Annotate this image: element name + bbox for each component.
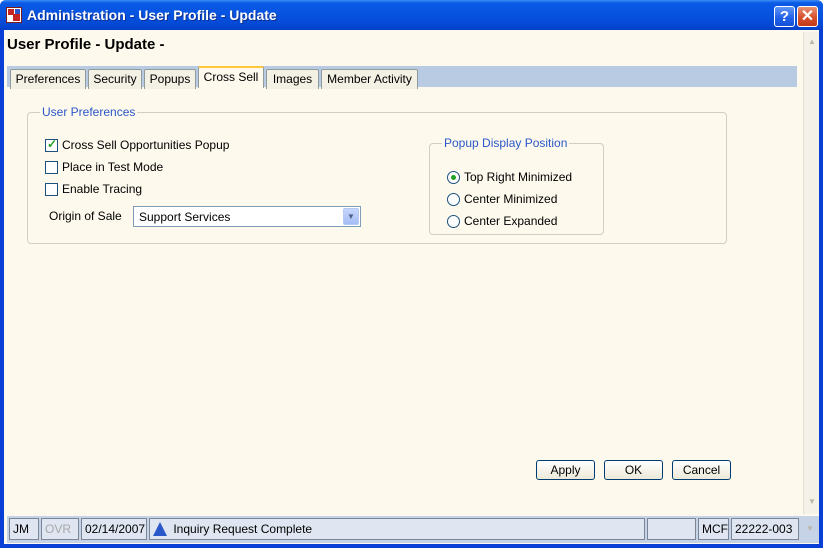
top-right-minimized-option[interactable]: Top Right Minimized <box>447 170 572 184</box>
tab-preferences[interactable]: Preferences <box>10 69 86 89</box>
cancel-button[interactable]: Cancel <box>672 460 731 480</box>
test-mode-label: Place in Test Mode <box>62 160 164 174</box>
top-right-minimized-radio[interactable] <box>447 170 460 184</box>
origin-of-sale-label: Origin of Sale <box>49 209 122 223</box>
application-window: Administration - User Profile - Update ?… <box>0 0 823 548</box>
help-button[interactable]: ? <box>774 6 795 27</box>
enable-tracing-checkbox[interactable] <box>45 182 58 196</box>
center-expanded-radio[interactable] <box>447 214 460 228</box>
status-account: 22222-003 <box>731 518 799 540</box>
status-scroll-down-icon[interactable]: ▼ <box>803 521 817 537</box>
cross-sell-popup-checkbox[interactable]: ✓ <box>45 136 58 152</box>
enable-tracing-option[interactable]: Enable Tracing <box>45 182 142 196</box>
status-overwrite-mode: OVR <box>41 518 79 540</box>
close-icon: ✕ <box>800 8 815 25</box>
enable-tracing-label: Enable Tracing <box>62 182 143 196</box>
tab-security[interactable]: Security <box>88 69 142 89</box>
status-message: Inquiry Request Complete <box>173 522 313 536</box>
user-preferences-legend: User Preferences <box>40 105 138 119</box>
tab-strip: Preferences Security Popups Cross Sell I… <box>7 66 797 89</box>
apply-button[interactable]: Apply <box>536 460 595 480</box>
checkmark-icon: ✓ <box>47 136 58 151</box>
title-bar[interactable]: Administration - User Profile - Update ?… <box>0 0 823 30</box>
user-preferences-group: User Preferences <box>27 105 727 244</box>
tab-member-activity[interactable]: Member Activity <box>321 69 418 89</box>
status-message-panel: Inquiry Request Complete <box>149 518 645 540</box>
page-title: User Profile - Update - <box>7 36 165 53</box>
tab-images[interactable]: Images <box>266 69 319 89</box>
popup-position-legend: Popup Display Position <box>442 136 570 150</box>
cross-sell-popup-option[interactable]: ✓ Cross Sell Opportunities Popup <box>45 136 230 152</box>
status-alert-icon <box>153 522 167 536</box>
close-button[interactable]: ✕ <box>797 6 818 27</box>
tab-popups[interactable]: Popups <box>144 69 196 89</box>
center-minimized-option[interactable]: Center Minimized <box>447 192 557 206</box>
tab-cross-sell[interactable]: Cross Sell <box>198 66 264 88</box>
administration-app-icon[interactable] <box>6 7 22 23</box>
origin-of-sale-select[interactable]: Support Services ▼ <box>133 206 361 227</box>
center-minimized-radio[interactable] <box>447 192 460 206</box>
ok-button[interactable]: OK <box>604 460 663 480</box>
help-icon: ? <box>779 8 790 25</box>
chevron-down-icon[interactable]: ▼ <box>343 208 359 225</box>
status-empty-panel <box>647 518 696 540</box>
scroll-up-icon[interactable]: ▲ <box>805 34 819 50</box>
top-right-minimized-label: Top Right Minimized <box>464 170 573 184</box>
origin-of-sale-value: Support Services <box>139 210 231 224</box>
status-bar: JM OVR 02/14/2007 Inquiry Request Comple… <box>7 516 819 543</box>
status-user: JM <box>9 518 39 540</box>
vertical-scrollbar[interactable]: ▲ ▼ <box>803 32 819 514</box>
test-mode-checkbox[interactable] <box>45 160 58 174</box>
center-minimized-label: Center Minimized <box>464 192 558 206</box>
status-date: 02/14/2007 <box>81 518 147 540</box>
center-expanded-label: Center Expanded <box>464 214 558 228</box>
test-mode-option[interactable]: Place in Test Mode <box>45 160 163 174</box>
scroll-down-icon[interactable]: ▼ <box>805 494 819 510</box>
window-title: Administration - User Profile - Update <box>27 7 277 23</box>
center-expanded-option[interactable]: Center Expanded <box>447 214 557 228</box>
cross-sell-popup-label: Cross Sell Opportunities Popup <box>62 138 230 152</box>
client-area: User Profile - Update - Preferences Secu… <box>4 30 819 544</box>
status-code: MCF <box>698 518 729 540</box>
